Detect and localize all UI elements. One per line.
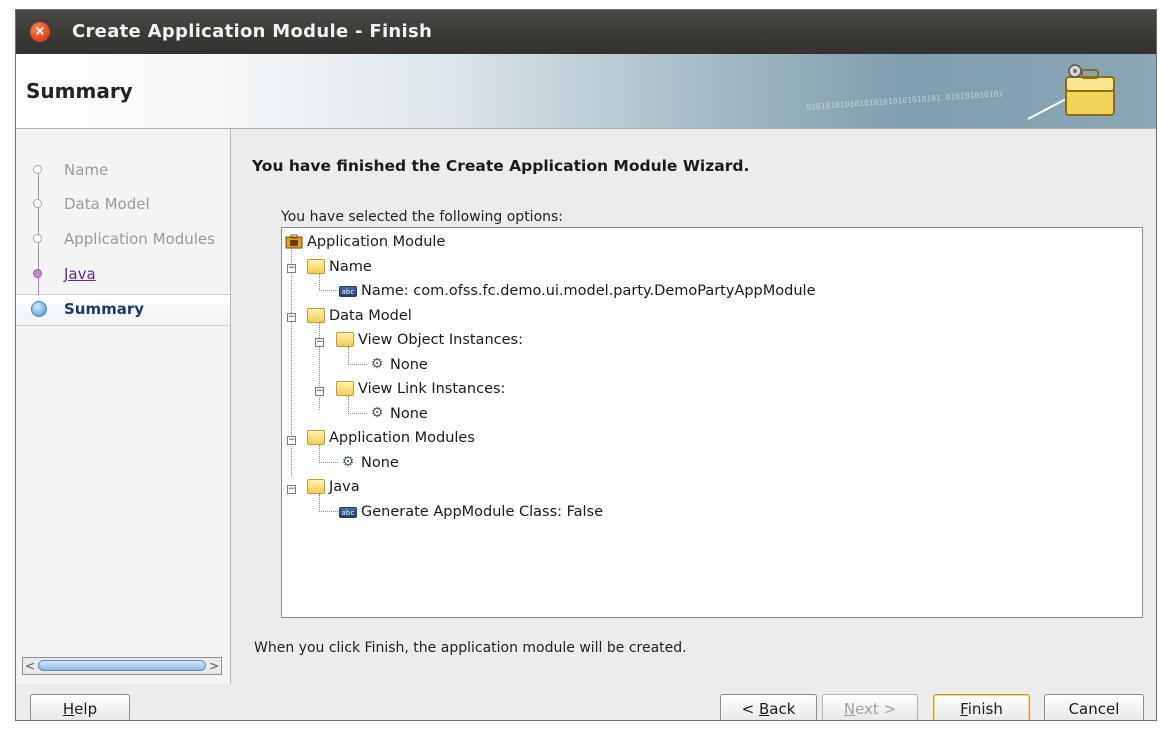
step-dot-icon — [33, 199, 42, 208]
help-button-label-rest: elp — [74, 700, 98, 718]
step-name[interactable]: Name — [16, 156, 230, 186]
wizard-steps-panel: Name Data Model Application Modules Java… — [16, 129, 231, 684]
step-label: Summary — [64, 300, 145, 318]
finish-mnemonic: F — [960, 700, 968, 718]
step-label: Application Modules — [64, 230, 215, 248]
next-button-label-rest: ext > — [855, 700, 897, 718]
step-data-model[interactable]: Data Model — [16, 190, 230, 220]
page-title: Summary — [26, 79, 133, 103]
collapse-icon[interactable]: − — [287, 485, 296, 494]
folder-icon — [307, 430, 325, 445]
binary-decoration: 0101010101010101010101010101 01010101010… — [805, 89, 1004, 112]
field-icon: abc — [339, 286, 357, 297]
briefcase-gear-icon — [1027, 64, 1115, 120]
next-button[interactable]: Next > — [822, 694, 918, 720]
folder-icon — [307, 479, 325, 494]
back-button[interactable]: < Back — [720, 694, 817, 720]
tree-node-label: Application Module — [307, 234, 446, 250]
step-label: Name — [64, 161, 109, 179]
tree-node-label: None — [361, 455, 399, 471]
folder-icon — [307, 308, 325, 323]
tree-node-label: Generate AppModule Class: False — [361, 504, 604, 520]
step-application-modules[interactable]: Application Modules — [16, 225, 230, 255]
finish-button-label-rest: inish — [967, 700, 1003, 718]
steps-horizontal-scrollbar[interactable]: < > — [22, 657, 222, 675]
tree-node-label: View Link Instances: — [358, 381, 506, 397]
folder-icon — [336, 381, 354, 396]
options-label: You have selected the following options: — [281, 209, 564, 225]
main-heading: You have finished the Create Application… — [252, 157, 750, 175]
wizard-header: Summary 0101010101010101010101010101 010… — [16, 54, 1156, 129]
step-java[interactable]: Java — [16, 260, 230, 290]
tree-node-label: View Object Instances: — [358, 332, 523, 348]
current-step-icon — [31, 301, 47, 317]
gears-icon: ⚙ — [370, 405, 384, 421]
step-dot-icon — [33, 165, 42, 174]
field-icon: abc — [339, 507, 357, 518]
collapse-icon[interactable]: − — [287, 436, 296, 445]
tree-node-label: Name — [329, 259, 372, 275]
folder-icon — [307, 259, 325, 274]
collapse-icon[interactable]: − — [287, 264, 296, 273]
help-button[interactable]: Help — [30, 694, 130, 720]
tree-node-label: Name: com.ofss.fc.demo.ui.model.party.De… — [361, 283, 816, 299]
back-button-label: < — [741, 700, 759, 718]
folder-icon — [336, 332, 354, 347]
finish-button[interactable]: Finish — [933, 694, 1030, 720]
tree-node-label: None — [390, 406, 428, 422]
step-dot-icon — [33, 269, 42, 278]
options-tree[interactable]: − − − − − − Application Module Name abc … — [281, 227, 1143, 618]
step-dot-icon — [33, 234, 42, 243]
window-title: Create Application Module - Finish — [72, 21, 433, 42]
tree-node-label: Java — [329, 479, 360, 495]
back-mnemonic: B — [758, 700, 770, 718]
step-label: Java — [64, 265, 96, 283]
application-module-icon — [285, 234, 303, 249]
scrollbar-thumb[interactable] — [38, 660, 206, 671]
create-application-module-dialog: × Create Application Module - Finish Sum… — [15, 9, 1157, 721]
back-button-label-rest: ack — [769, 700, 796, 718]
scroll-left-icon[interactable]: < — [23, 658, 37, 674]
tree-line — [319, 322, 320, 410]
cancel-button[interactable]: Cancel — [1044, 694, 1144, 720]
next-mnemonic: N — [843, 700, 856, 718]
gears-icon: ⚙ — [370, 356, 384, 372]
scroll-right-icon[interactable]: > — [207, 658, 221, 674]
tree-node-label: Data Model — [329, 308, 412, 324]
title-bar: × Create Application Module - Finish — [16, 10, 1156, 54]
collapse-icon[interactable]: − — [315, 338, 324, 347]
collapse-icon[interactable]: − — [315, 387, 324, 396]
tree-node-label: None — [390, 357, 428, 373]
gears-icon: ⚙ — [341, 454, 355, 470]
close-icon[interactable]: × — [30, 22, 50, 42]
tree-node-label: Application Modules — [329, 430, 475, 446]
step-summary[interactable]: Summary — [16, 294, 230, 326]
step-label: Data Model — [64, 195, 150, 213]
collapse-icon[interactable]: − — [287, 313, 296, 322]
finish-note: When you click Finish, the application m… — [254, 640, 687, 656]
help-mnemonic: H — [62, 700, 75, 718]
